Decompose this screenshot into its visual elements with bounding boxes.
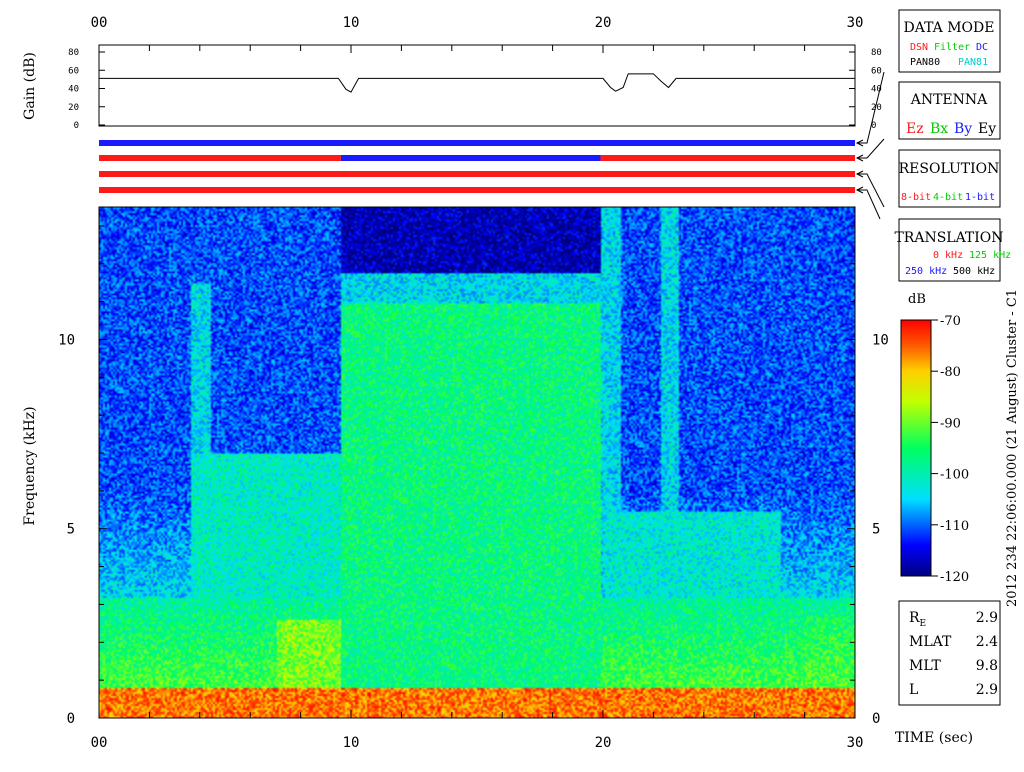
connector-line [857, 189, 881, 220]
orbit-param-value: 2.4 [976, 634, 998, 650]
antenna-panel: ANTENNA Ez Bx By Ey [898, 81, 1001, 140]
orbit-param-value: 2.9 [976, 682, 998, 698]
gain-tick-label: 0 [74, 121, 79, 131]
freq-tick-label: 0 [67, 711, 75, 727]
legend-entry: 4-bit [933, 192, 963, 203]
resolution-panel: RESOLUTION 8-bit 4-bit 1-bit [898, 149, 1001, 208]
spectrogram-image [99, 207, 855, 718]
strip-segment-antenna [99, 155, 341, 161]
resolution-row: 8-bit 4-bit 1-bit [901, 192, 995, 203]
orbit-param-value: 9.8 [976, 658, 998, 674]
antenna-title: ANTENNA [910, 92, 988, 108]
legend-entry: 500 kHz [953, 266, 995, 277]
strip-segment-data-mode [99, 140, 855, 146]
top-x-tick-label: 10 [343, 15, 360, 31]
freq-tick-label: 10 [872, 332, 889, 348]
colorbar-tick-label: -110 [940, 519, 969, 534]
strip-segment-antenna [340, 155, 601, 161]
gain-tick-label: 60 [68, 66, 79, 76]
legend-entry: 0 kHz [933, 250, 963, 261]
top-x-tick-label: 30 [847, 15, 864, 31]
data-mode-panel: DATA MODE DSN Filter DC PAN80 PAN81 [898, 9, 1001, 73]
colorbar-gradient [900, 319, 932, 577]
top-x-tick-label: 20 [595, 15, 612, 31]
gain-tick-label: 80 [871, 48, 882, 58]
orbit-param-label: L [909, 682, 918, 698]
spectrogram-panel: 0 05 510 1000 10 20 30 Frequency (kHz) TIME (s… [22, 206, 973, 751]
gain-line [99, 73, 855, 93]
time-tick-label: 10 [343, 735, 360, 751]
orbit-param-label: MLT [909, 658, 941, 674]
orbit-info-panel: RE 2.9MLAT 2.4MLT 9.8L 2.9 [898, 600, 1001, 706]
gain-panel: 0 020 2040 4060 6080 80 00 10 20 30 Gain (dB) [22, 15, 882, 131]
gain-tick-label: 60 [871, 66, 882, 76]
frequency-axis-label: Frequency (kHz) [22, 406, 38, 525]
time-tick-label: 00 [91, 735, 108, 751]
time-tick-label: 20 [595, 735, 612, 751]
data-mode-row1: DSN Filter DC [910, 42, 988, 53]
legend-entry: 125 kHz [969, 250, 1011, 261]
legend-entry: 8-bit [901, 192, 931, 203]
legend-entry: PAN80 [910, 57, 940, 68]
strip-segment-resolution [99, 171, 855, 177]
colorbar-tick-label: -80 [940, 365, 961, 380]
legend-entry: By [954, 121, 972, 137]
strip-segment-antenna [600, 155, 855, 161]
gain-tick-label: 20 [68, 103, 79, 113]
legend-entry: PAN81 [958, 57, 988, 68]
legend-entry: DC [976, 42, 988, 53]
legend-entry: Ez [906, 121, 924, 137]
freq-tick-label: 5 [67, 522, 75, 538]
spectrogram-figure: 0 020 2040 4060 6080 80 00 10 20 30 Gain (dB) 00… [22, 9, 1020, 751]
colorbar-tick-label: -90 [940, 416, 961, 431]
top-x-tick-label: 00 [91, 15, 108, 31]
time-tick-label: 30 [847, 735, 864, 751]
legend-entry: Bx [930, 121, 948, 137]
legend-entry: 1-bit [965, 192, 995, 203]
translation-panel: TRANSLATION 0 kHz 125 kHz 250 kHz 500 kHz [894, 218, 1011, 282]
colorbar-tick-label: -70 [940, 314, 961, 329]
orbit-param-value: 2.9 [976, 610, 998, 626]
gain-frame [98, 44, 856, 127]
freq-tick-label: 0 [872, 711, 880, 727]
orbit-param-label: MLAT [909, 634, 952, 650]
translation-row1: 0 kHz 125 kHz [933, 250, 1011, 261]
freq-tick-label: 10 [58, 332, 75, 348]
translation-title: TRANSLATION [894, 230, 1003, 246]
legend-entry: Filter [934, 42, 970, 53]
connector-line [857, 138, 885, 159]
freq-tick-label: 5 [872, 522, 880, 538]
legend-entry: Ey [978, 121, 996, 137]
resolution-title: RESOLUTION [899, 161, 1000, 177]
gain-tick-label: 40 [68, 85, 79, 95]
legend-entry: DSN [910, 42, 928, 53]
gain-tick-label: 80 [68, 48, 79, 58]
observation-label: 2012 234 22:06:00.000 (21 August) Cluste… [1005, 289, 1020, 607]
data-mode-title: DATA MODE [904, 20, 995, 36]
legend-entry: 250 kHz [905, 266, 947, 277]
colorbar: dB -70 -80 -90 -100 -110 -120 2012 234 22:06:… [900, 289, 1020, 607]
status-strips [99, 140, 855, 193]
colorbar-label: dB [908, 292, 926, 307]
strip-segment-translation [99, 187, 855, 193]
colorbar-tick-label: -120 [940, 570, 969, 585]
colorbar-tick-label: -100 [940, 468, 969, 483]
time-axis-label: TIME (sec) [895, 730, 973, 746]
gain-axis-label: Gain (dB) [22, 52, 38, 120]
